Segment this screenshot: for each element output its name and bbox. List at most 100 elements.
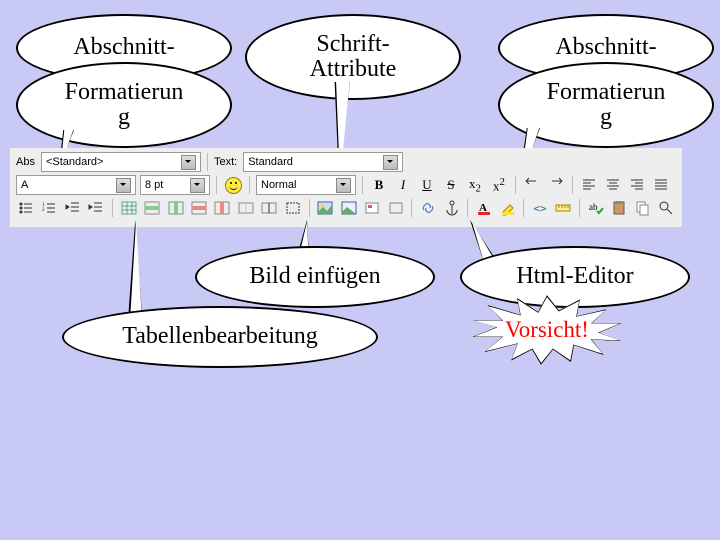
subscript-icon: x2 [469, 176, 481, 195]
merge-cells-button[interactable] [236, 198, 255, 218]
dropdown-icon [383, 155, 398, 170]
callout-text: Abschnitt- [73, 35, 174, 60]
separator [249, 176, 250, 194]
superscript-icon: x2 [493, 176, 505, 194]
bold-icon: B [375, 177, 384, 193]
highlight-color-button[interactable] [498, 198, 517, 218]
align-left-icon [581, 177, 597, 193]
paragraph-style-value: <Standard> [46, 156, 104, 168]
svg-text:ab: ab [589, 202, 598, 212]
align-right-button[interactable] [627, 175, 647, 195]
separator [309, 199, 310, 217]
rtl-button[interactable] [546, 175, 566, 195]
paragraph-style-combo[interactable]: <Standard> [41, 152, 201, 172]
insert-object-button[interactable] [363, 198, 382, 218]
align-justify-button[interactable] [651, 175, 671, 195]
callout-bild-einfuegen: Bild einfügen [195, 246, 435, 308]
separator [523, 199, 524, 217]
insert-image-button[interactable] [316, 198, 335, 218]
callout-text: Formatierung [65, 80, 184, 130]
insert-link-button[interactable] [418, 198, 437, 218]
table-icon [121, 200, 137, 216]
subscript-button[interactable]: x2 [465, 175, 485, 195]
starburst-text: Vorsicht! [505, 317, 589, 343]
italic-button[interactable]: I [393, 175, 413, 195]
numbered-list-icon: 12 [41, 200, 57, 216]
table-col-icon [168, 200, 184, 216]
svg-text:2: 2 [42, 208, 45, 213]
object-icon [364, 200, 380, 216]
superscript-button[interactable]: x2 [489, 175, 509, 195]
separator [411, 199, 412, 217]
toolbar-row-3: 12 A <> ab [16, 198, 676, 218]
font-size-combo[interactable]: 8 pt [140, 175, 210, 195]
font-family-combo[interactable]: A [16, 175, 136, 195]
strikethrough-icon: S [447, 177, 454, 193]
font-color-button[interactable]: A [474, 198, 493, 218]
table-delete-row-button[interactable] [189, 198, 208, 218]
align-center-button[interactable] [603, 175, 623, 195]
table-del-row-icon [191, 200, 207, 216]
frame-icon [388, 200, 404, 216]
align-justify-icon [653, 177, 669, 193]
indent-button[interactable] [86, 198, 105, 218]
paragraph-style-label: Abs [16, 156, 37, 168]
separator [207, 153, 208, 171]
separator [362, 176, 363, 194]
anchor-button[interactable] [442, 198, 461, 218]
font-weight-combo[interactable]: Normal [256, 175, 356, 195]
underline-button[interactable]: U [417, 175, 437, 195]
table-delete-col-button[interactable] [213, 198, 232, 218]
table-insert-row-button[interactable] [142, 198, 161, 218]
insert-image2-button[interactable] [339, 198, 358, 218]
table-button[interactable] [119, 198, 138, 218]
outdent-icon [65, 200, 81, 216]
smiley-button[interactable] [223, 175, 243, 195]
find-icon [658, 200, 674, 216]
table-del-col-icon [214, 200, 230, 216]
highlight-icon [500, 200, 516, 216]
find-replace-button[interactable] [657, 198, 676, 218]
font-size-value: 8 pt [145, 179, 163, 191]
text-style-value: Standard [248, 156, 293, 168]
align-right-icon [629, 177, 645, 193]
text-style-combo[interactable]: Standard [243, 152, 403, 172]
cell-borders-button[interactable] [283, 198, 302, 218]
ruler-button[interactable] [554, 198, 573, 218]
separator [579, 199, 580, 217]
bullet-list-icon [18, 200, 34, 216]
toolbar-row-2: A 8 pt Normal B I U S x2 x2 [16, 175, 676, 195]
callout-text: Abschnitt- [555, 35, 656, 60]
copy-button[interactable] [633, 198, 652, 218]
font-family-value: A [21, 179, 28, 191]
callout-text: Schrift-Attribute [310, 32, 397, 82]
image-icon [317, 200, 333, 216]
paste-icon [611, 200, 627, 216]
align-left-button[interactable] [579, 175, 599, 195]
paste-button[interactable] [610, 198, 629, 218]
ltr-icon [524, 177, 540, 193]
image2-icon [341, 200, 357, 216]
split-cells-button[interactable] [260, 198, 279, 218]
outdent-button[interactable] [63, 198, 82, 218]
dropdown-icon [181, 155, 196, 170]
strikethrough-button[interactable]: S [441, 175, 461, 195]
separator [112, 199, 113, 217]
split-icon [261, 200, 277, 216]
font-weight-value: Normal [261, 179, 296, 191]
anchor-icon [444, 200, 460, 216]
bullet-list-button[interactable] [16, 198, 35, 218]
callout-text: Formatierung [547, 80, 666, 130]
callout-formatierung-left: Formatierung [16, 62, 232, 148]
ruler-icon [555, 200, 571, 216]
html-source-button[interactable]: <> [530, 198, 549, 218]
numbered-list-button[interactable]: 12 [39, 198, 58, 218]
ltr-button[interactable] [522, 175, 542, 195]
callout-tabellenbearbeitung: Tabellenbearbeitung [62, 306, 378, 368]
bold-button[interactable]: B [369, 175, 389, 195]
table-insert-col-button[interactable] [166, 198, 185, 218]
borders-icon [285, 200, 301, 216]
insert-frame-button[interactable] [386, 198, 405, 218]
separator [216, 176, 217, 194]
spellcheck-button[interactable]: ab [586, 198, 605, 218]
